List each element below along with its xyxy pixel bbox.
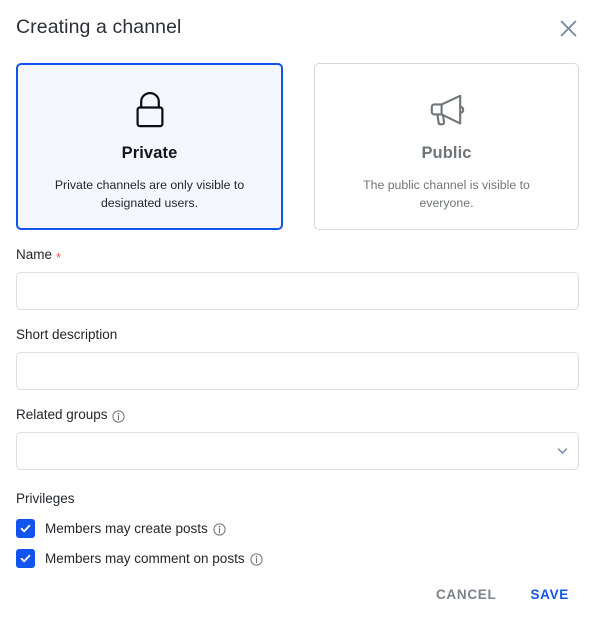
- close-button[interactable]: [553, 13, 583, 43]
- related-groups-label-text: Related groups: [16, 407, 108, 422]
- save-button[interactable]: SAVE: [526, 581, 573, 608]
- related-groups-label: Related groups: [16, 406, 579, 424]
- channel-type-description: Private channels are only visible to des…: [54, 178, 245, 210]
- channel-type-card-public[interactable]: Public The public channel is visible to …: [314, 63, 579, 230]
- privileges-section: Privileges Members may create posts Memb…: [16, 490, 579, 568]
- name-label-text: Name: [16, 247, 53, 262]
- required-asterisk: *: [56, 249, 62, 265]
- privileges-label: Privileges: [16, 491, 75, 506]
- short-description-label-text: Short description: [16, 327, 118, 342]
- dialog-footer: CANCEL SAVE: [0, 562, 595, 626]
- short-description-label: Short description: [16, 326, 579, 344]
- info-icon[interactable]: [213, 523, 226, 536]
- related-groups-select-wrap: [16, 432, 579, 470]
- channel-form: Name * Short description Related groups: [0, 246, 595, 568]
- lock-icon: [133, 88, 167, 132]
- channel-type-title: Private: [121, 144, 178, 162]
- close-icon: [560, 20, 577, 37]
- privilege-create-posts-checkbox[interactable]: [16, 519, 35, 538]
- short-description-input[interactable]: [16, 352, 579, 390]
- related-groups-select[interactable]: [16, 432, 579, 470]
- name-label: Name *: [16, 246, 579, 264]
- short-description-field-group: Short description: [16, 326, 579, 390]
- creating-channel-dialog: Creating a channel Private Private chann…: [0, 0, 595, 626]
- cancel-button[interactable]: CANCEL: [432, 581, 500, 608]
- info-icon[interactable]: [111, 409, 125, 423]
- megaphone-icon: [427, 88, 467, 132]
- channel-type-title: Public: [421, 144, 472, 162]
- dialog-header: Creating a channel: [0, 0, 595, 56]
- channel-type-selector: Private Private channels are only visibl…: [0, 63, 595, 230]
- channel-type-description: The public channel is visible to everyon…: [363, 178, 530, 210]
- channel-type-card-private[interactable]: Private Private channels are only visibl…: [16, 63, 283, 230]
- privilege-create-posts-label: Members may create posts: [45, 520, 226, 538]
- name-input[interactable]: [16, 272, 579, 310]
- privilege-create-posts-text: Members may create posts: [45, 520, 208, 536]
- privilege-row-create-posts[interactable]: Members may create posts: [16, 519, 579, 538]
- page-title: Creating a channel: [16, 16, 182, 39]
- related-groups-field-group: Related groups: [16, 406, 579, 470]
- name-field-group: Name *: [16, 246, 579, 310]
